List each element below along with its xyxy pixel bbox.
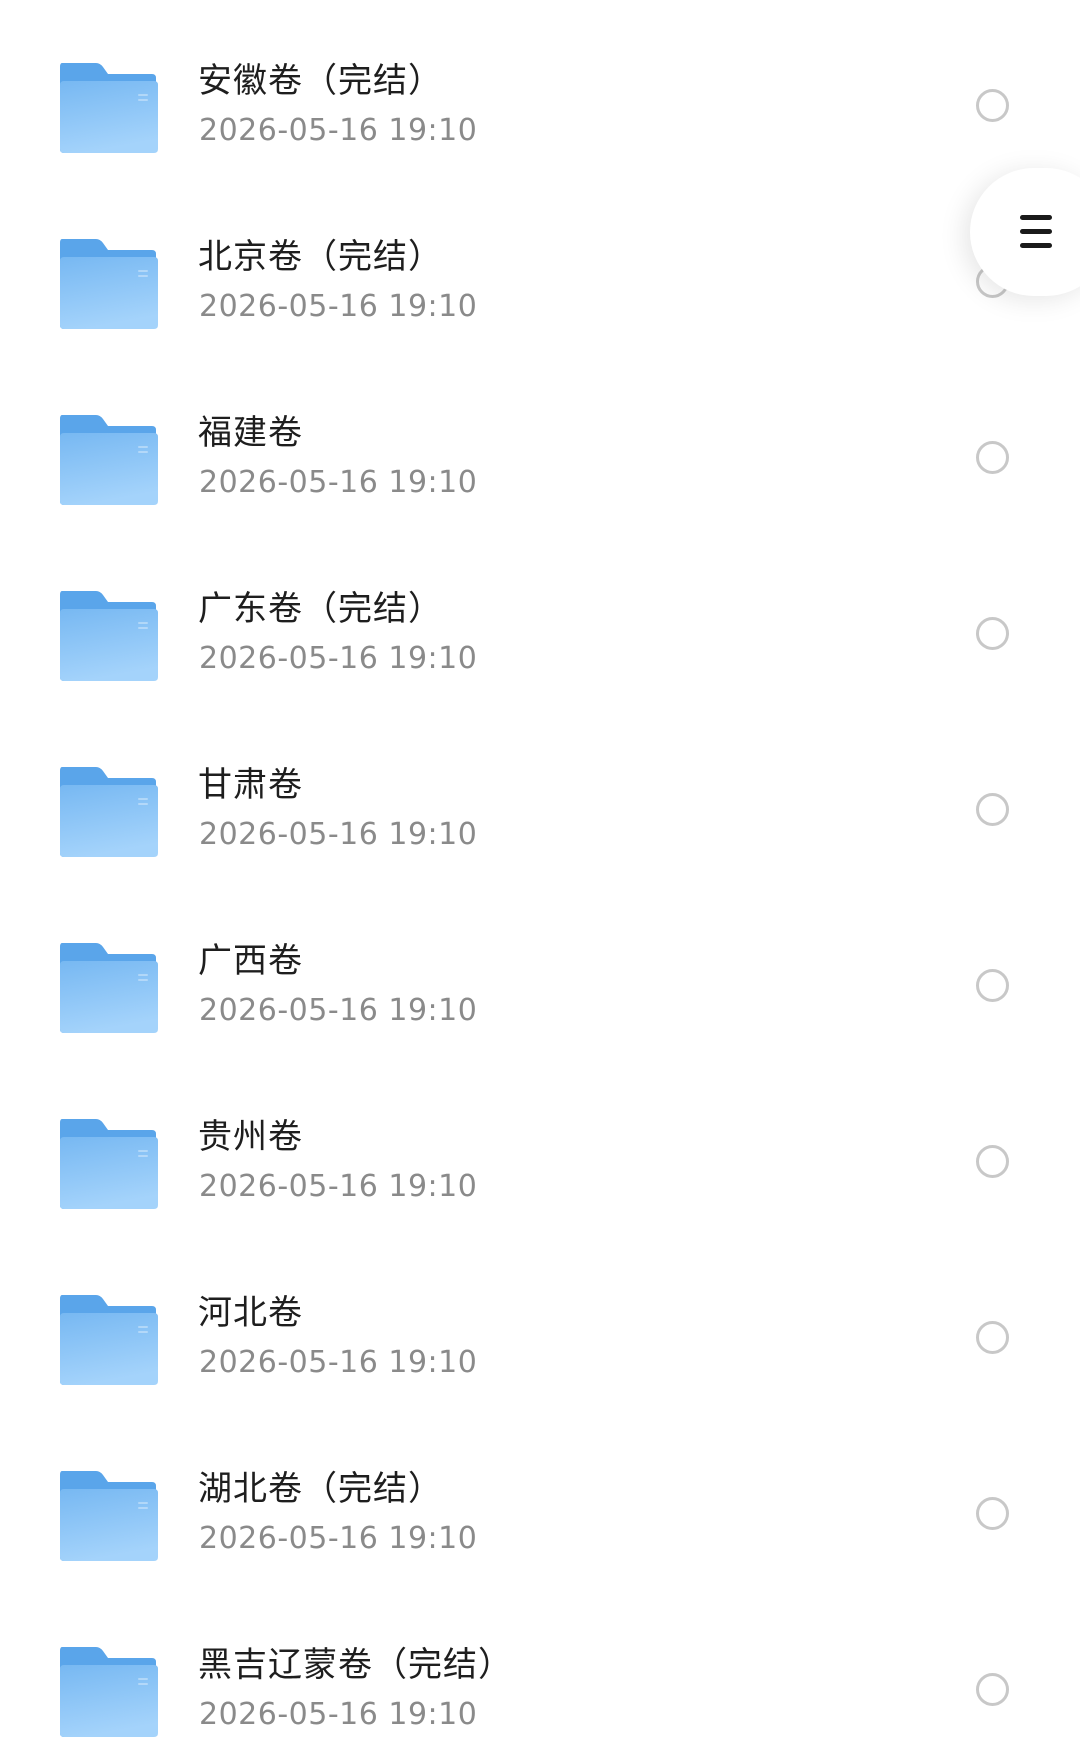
- folder-row[interactable]: 安徽卷（完结） 2026-05-16 19:10: [0, 16, 1080, 192]
- folder-name: 河北卷: [198, 1293, 303, 1333]
- folder-icon: [58, 237, 160, 331]
- folder-name: 广东卷（完结）: [198, 589, 443, 629]
- select-radio[interactable]: [976, 1145, 1009, 1178]
- folder-icon: [58, 1469, 160, 1563]
- folder-icon: [58, 941, 160, 1035]
- folder-icon: [58, 765, 160, 859]
- select-radio[interactable]: [976, 617, 1009, 650]
- folder-row[interactable]: 北京卷（完结） 2026-05-16 19:10: [0, 192, 1080, 368]
- folder-name: 贵州卷: [198, 1117, 303, 1157]
- select-radio[interactable]: [976, 1321, 1009, 1354]
- file-browser-screen: 安徽卷（完结） 2026-05-16 19:10 北京卷（完结） 2026-05…: [0, 0, 1080, 1764]
- folder-icon: [58, 1117, 160, 1211]
- folder-row[interactable]: 河北卷 2026-05-16 19:10: [0, 1248, 1080, 1424]
- folder-date: 2026-05-16 19:10: [199, 993, 478, 1028]
- folder-row[interactable]: 黑吉辽蒙卷（完结） 2026-05-16 19:10: [0, 1600, 1080, 1764]
- folder-date: 2026-05-16 19:10: [199, 1697, 478, 1732]
- select-radio[interactable]: [976, 1497, 1009, 1530]
- folder-name: 广西卷: [198, 941, 303, 981]
- folder-row[interactable]: 甘肃卷 2026-05-16 19:10: [0, 720, 1080, 896]
- folder-date: 2026-05-16 19:10: [199, 1345, 478, 1380]
- folder-name: 北京卷（完结）: [198, 237, 443, 277]
- folder-icon: [58, 1645, 160, 1739]
- folder-name: 甘肃卷: [198, 765, 303, 805]
- folder-date: 2026-05-16 19:10: [199, 1169, 478, 1204]
- select-radio[interactable]: [976, 441, 1009, 474]
- folder-icon: [58, 1293, 160, 1387]
- folder-date: 2026-05-16 19:10: [199, 1521, 478, 1556]
- select-radio[interactable]: [976, 89, 1009, 122]
- folder-date: 2026-05-16 19:10: [199, 817, 478, 852]
- select-radio[interactable]: [976, 793, 1009, 826]
- folder-row[interactable]: 湖北卷（完结） 2026-05-16 19:10: [0, 1424, 1080, 1600]
- folder-icon: [58, 589, 160, 683]
- select-radio[interactable]: [976, 1673, 1009, 1706]
- hamburger-menu-icon: [1020, 215, 1052, 249]
- folder-icon: [58, 61, 160, 155]
- folder-name: 安徽卷（完结）: [198, 61, 443, 101]
- folder-name: 福建卷: [198, 413, 303, 453]
- folder-row[interactable]: 贵州卷 2026-05-16 19:10: [0, 1072, 1080, 1248]
- folder-date: 2026-05-16 19:10: [199, 641, 478, 676]
- folder-date: 2026-05-16 19:10: [199, 289, 478, 324]
- select-radio[interactable]: [976, 969, 1009, 1002]
- folder-name: 黑吉辽蒙卷（完结）: [198, 1645, 513, 1685]
- folder-row[interactable]: 福建卷 2026-05-16 19:10: [0, 368, 1080, 544]
- folder-icon: [58, 413, 160, 507]
- folder-date: 2026-05-16 19:10: [199, 465, 478, 500]
- folder-name: 湖北卷（完结）: [198, 1469, 443, 1509]
- folder-row[interactable]: 广西卷 2026-05-16 19:10: [0, 896, 1080, 1072]
- folder-row[interactable]: 广东卷（完结） 2026-05-16 19:10: [0, 544, 1080, 720]
- folder-date: 2026-05-16 19:10: [199, 113, 478, 148]
